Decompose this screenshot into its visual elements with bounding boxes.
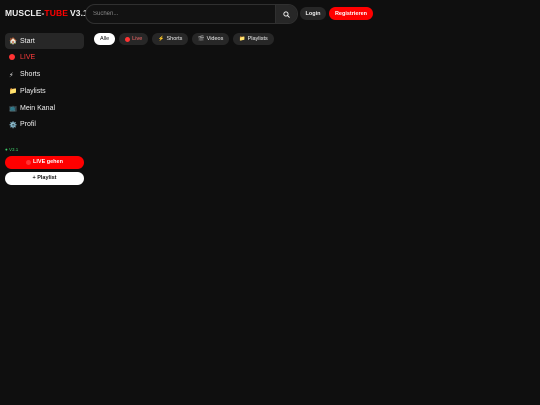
clapperboard-icon: 🎬 (198, 36, 205, 42)
site-logo[interactable]: MUSCLE-TUBE V3.1 (5, 8, 88, 18)
sidebar: 🏠 Start LIVE ⚡ Shorts 📁 Playlists 📺 Mein… (5, 33, 84, 185)
sidebar-item-shorts[interactable]: ⚡ Shorts (5, 67, 84, 83)
search-input[interactable] (86, 5, 275, 23)
go-live-button[interactable]: LIVE gehen (5, 155, 84, 169)
chip-all[interactable]: Alle (94, 33, 116, 45)
chip-label: Live (132, 36, 143, 42)
live-dot-icon (125, 36, 131, 42)
chip-shorts[interactable]: ⚡ Shorts (152, 33, 189, 45)
chip-label: Playlists (247, 36, 268, 42)
lightning-icon: ⚡ (9, 71, 14, 79)
gear-icon: ⚙️ (9, 121, 18, 129)
search-bar (85, 4, 298, 24)
top-bar: MUSCLE-TUBEV3.1 Login Registrieren (0, 0, 540, 28)
sidebar-item-label: Mein Kanal (20, 104, 56, 112)
search-icon (283, 10, 290, 18)
chip-videos[interactable]: 🎬 Videos (192, 33, 230, 45)
go-live-label: LIVE gehen (33, 159, 63, 166)
live-dot-icon (26, 159, 32, 165)
search-button[interactable] (275, 5, 297, 23)
logo-accent-text: TUBE (44, 8, 68, 18)
chip-label: Videos (206, 36, 224, 42)
sidebar-item-label: Profil (20, 121, 36, 129)
add-playlist-button[interactable]: + Playlist (5, 171, 84, 185)
live-dot-icon (9, 53, 19, 62)
lightning-icon: ⚡ (158, 36, 165, 42)
logo-main-text: MUSCLE- (5, 8, 45, 18)
version-badge: ● V3.1 (5, 146, 19, 152)
sidebar-item-start[interactable]: 🏠 Start (5, 33, 84, 49)
tv-icon: 📺 (9, 105, 18, 113)
sidebar-item-label: LIVE (20, 54, 36, 62)
login-button[interactable]: Login (300, 7, 326, 20)
sidebar-item-my-channel[interactable]: 📺 Mein Kanal (5, 100, 84, 116)
sidebar-item-playlists[interactable]: 📁 Playlists (5, 83, 84, 99)
folder-icon: 📁 (9, 88, 18, 96)
sidebar-item-profile[interactable]: ⚙️ Profil (5, 117, 84, 133)
register-button[interactable]: Registrieren (329, 7, 373, 20)
sidebar-item-label: Shorts (20, 71, 41, 79)
sidebar-item-label: Start (20, 37, 35, 45)
chip-live[interactable]: Live (119, 33, 149, 45)
chip-playlists[interactable]: 📁 Playlists (233, 33, 274, 45)
home-icon: 🏠 (9, 38, 18, 45)
sidebar-item-label: Playlists (20, 87, 46, 95)
chip-label: Shorts (166, 36, 183, 42)
filter-chips: Alle Live ⚡ Shorts 🎬 Videos 📁 Playlists (94, 33, 274, 45)
folder-icon: 📁 (239, 36, 246, 42)
sidebar-item-live[interactable]: LIVE (5, 50, 84, 66)
